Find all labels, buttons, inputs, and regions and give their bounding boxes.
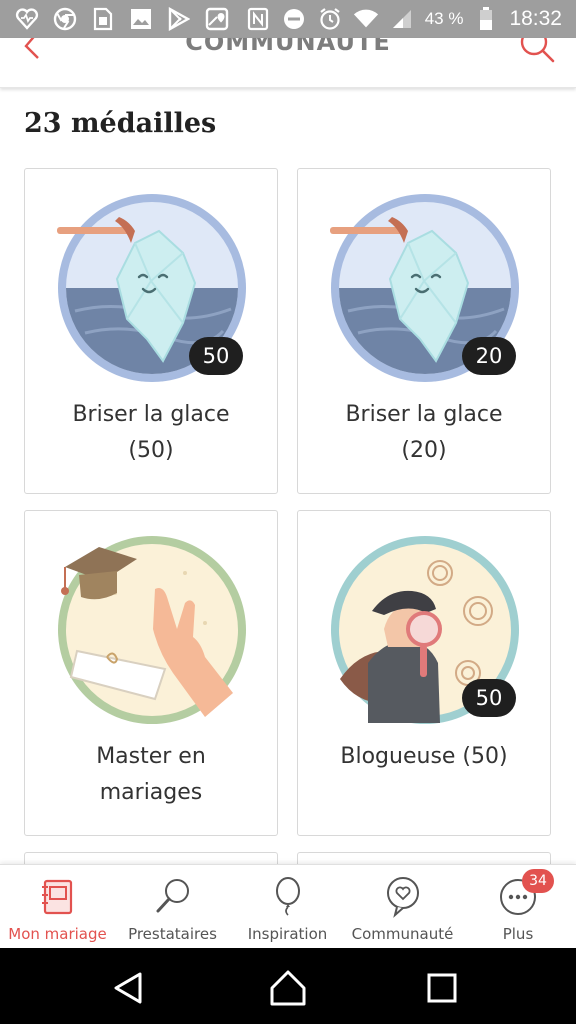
maps-icon (204, 6, 230, 32)
notification-badge: 34 (522, 869, 554, 893)
bottom-navigation: Mon mariage Prestataires Inspiration Com… (0, 864, 576, 948)
nav-tab-prestataires[interactable]: Prestataires (115, 865, 230, 949)
gallery-icon (128, 6, 154, 32)
medal-count-badge: 50 (189, 337, 243, 375)
graduation-badge-icon (58, 536, 246, 724)
medal-label: Blogueuse (50) (308, 739, 540, 775)
play-store-icon (166, 6, 192, 32)
nav-label: Mon mariage (8, 925, 107, 943)
medal-label-line2: mariages (99, 780, 203, 805)
chrome-icon (52, 6, 78, 32)
nav-tab-inspiration[interactable]: Inspiration (230, 865, 345, 949)
nav-label: Plus (502, 925, 534, 943)
search-button[interactable] (518, 38, 558, 64)
system-navigation-bar (0, 948, 576, 1024)
system-indicators: 43 % 18:32 (245, 4, 562, 34)
search-icon (520, 38, 555, 63)
sim-icon (90, 6, 116, 32)
medal-label-line2: (20) (401, 438, 447, 463)
medal-label: Master en mariages (35, 739, 267, 811)
wifi-icon (353, 6, 379, 32)
nfc-icon (245, 6, 271, 32)
recents-square-icon[interactable] (422, 968, 462, 1008)
nav-label: Prestataires (128, 925, 217, 943)
medal-label-line1: Blogueuse (50) (340, 744, 508, 769)
medal-card[interactable]: Master en mariages (24, 510, 278, 836)
notification-icons (14, 6, 230, 32)
app-header: COMMUNAUTÉ (0, 38, 576, 88)
medals-count-title: 23 médailles (24, 108, 217, 139)
medal-count-badge: 50 (462, 679, 516, 717)
balloon-icon (275, 877, 300, 916)
medal-label-line1: Master en (96, 744, 206, 769)
alarm-icon (317, 6, 343, 32)
medal-label-line1: Briser la glace (72, 402, 230, 427)
clock: 18:32 (509, 7, 562, 30)
magnifier-icon (156, 879, 189, 913)
nav-label: Communauté (351, 925, 454, 943)
home-circle-icon[interactable] (268, 968, 308, 1008)
battery-icon (473, 6, 499, 32)
signal-icon (389, 6, 415, 32)
vitalstats-icon (14, 6, 40, 32)
notebook-icon (41, 879, 72, 915)
medal-card[interactable]: 50 Blogueuse (50) (297, 510, 551, 836)
nav-tab-plus[interactable]: 34 Plus (460, 865, 576, 949)
medal-count-badge: 20 (462, 337, 516, 375)
medal-label-line2: (50) (128, 438, 174, 463)
back-triangle-icon[interactable] (108, 968, 148, 1008)
status-bar: 43 % 18:32 (0, 0, 576, 38)
medal-label-line1: Briser la glace (345, 402, 503, 427)
page-title-header: COMMUNAUTÉ (185, 38, 391, 56)
nav-tab-communaute[interactable]: Communauté (345, 865, 460, 949)
medal-card[interactable]: 50 Briser la glace (50) (24, 168, 278, 494)
nav-label: Inspiration (247, 925, 328, 943)
do-not-disturb-icon (281, 6, 307, 32)
medal-card[interactable]: 20 Briser la glace (20) (297, 168, 551, 494)
chat-heart-icon (386, 877, 419, 918)
battery-percent: 43 % (424, 9, 464, 28)
nav-tab-mon-mariage[interactable]: Mon mariage (0, 865, 115, 949)
medal-label: Briser la glace (20) (308, 397, 540, 469)
medal-label: Briser la glace (50) (35, 397, 267, 469)
